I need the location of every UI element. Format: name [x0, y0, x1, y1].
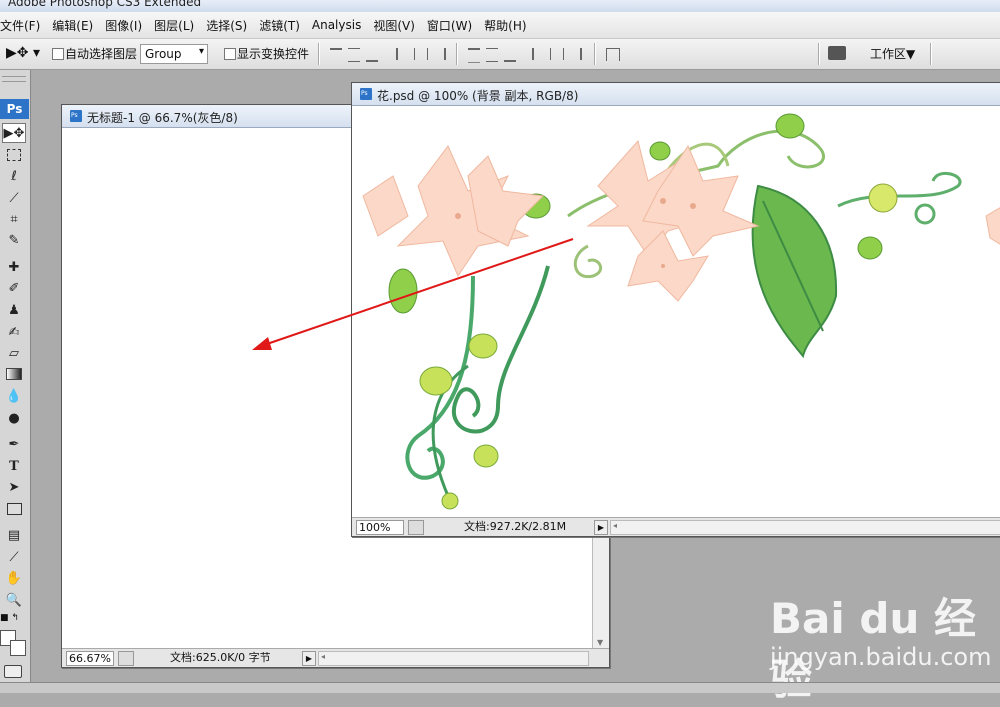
- taskbar-strip: [0, 682, 1000, 693]
- baidu-watermark: Bai du 经验 jingyan.baidu.com: [770, 585, 1000, 704]
- watermark-url: jingyan.baidu.com: [770, 643, 992, 671]
